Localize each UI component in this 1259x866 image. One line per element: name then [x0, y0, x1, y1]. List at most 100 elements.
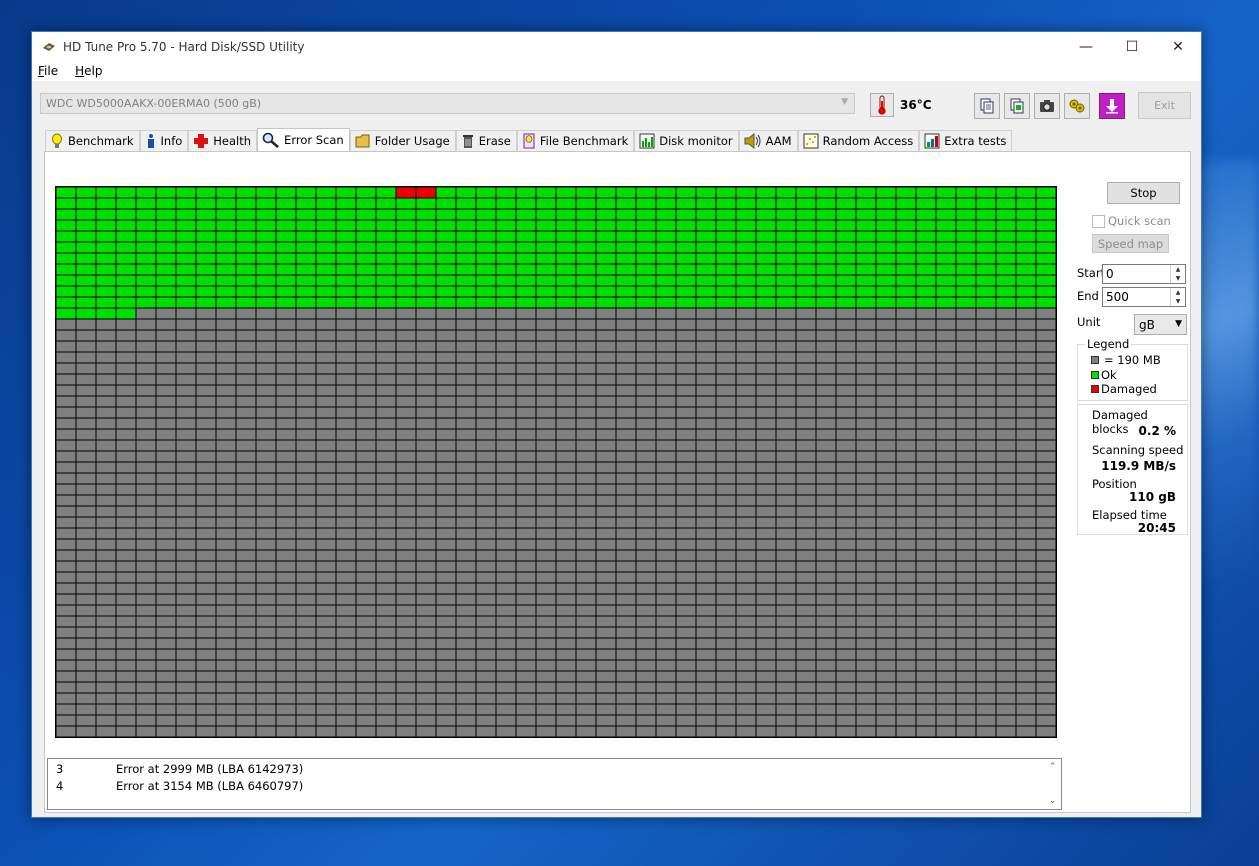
block-ok — [815, 241, 837, 254]
list-item[interactable]: 4 Error at 3154 MB (LBA 6460797) — [56, 779, 303, 793]
exit-button[interactable]: Exit — [1138, 92, 1191, 119]
block-pending — [56, 428, 77, 441]
tab-info[interactable]: Info — [139, 130, 189, 151]
block-pending — [675, 307, 697, 320]
block-pending — [355, 362, 377, 375]
tab-disk-monitor[interactable]: Disk monitor — [634, 130, 739, 151]
block-pending — [755, 340, 777, 353]
block-pending — [775, 483, 797, 496]
start-spinner[interactable]: ▲ ▼ — [1170, 265, 1185, 283]
tab-health[interactable]: Health — [188, 130, 258, 151]
unit-select[interactable]: gB ▼ — [1134, 314, 1187, 335]
block-pending — [915, 318, 937, 331]
block-pending — [375, 351, 397, 364]
temperature-button[interactable] — [870, 93, 894, 117]
block-pending — [915, 626, 937, 639]
scanning-speed-value: 119.9 MB/s — [1101, 459, 1176, 473]
tab-aam[interactable]: AAM — [738, 130, 798, 151]
block-pending — [715, 483, 737, 496]
block-pending — [235, 373, 257, 386]
chevron-down-icon[interactable]: ⌄ — [1049, 796, 1057, 806]
menu-help[interactable]: Help — [75, 64, 102, 78]
block-ok — [815, 208, 837, 221]
save-button[interactable] — [1099, 93, 1125, 119]
block-pending — [935, 318, 957, 331]
block-pending — [375, 494, 397, 507]
block-ok — [515, 187, 537, 199]
block-pending — [895, 659, 917, 672]
menu-file[interactable]: File — [38, 64, 58, 78]
block-ok — [315, 187, 337, 199]
options-button[interactable] — [1064, 93, 1090, 119]
speed-map-button[interactable]: Speed map — [1092, 234, 1169, 253]
minimize-button[interactable]: — — [1063, 32, 1109, 61]
chevron-up-icon[interactable]: ⌃ — [1049, 762, 1057, 772]
block-pending — [615, 395, 637, 408]
copy-text-button[interactable] — [974, 93, 1000, 119]
block-pending — [95, 483, 117, 496]
block-ok — [1015, 285, 1037, 298]
quick-scan-checkbox[interactable]: Quick scan — [1092, 214, 1171, 228]
block-ok — [695, 252, 717, 265]
block-ok — [395, 274, 417, 287]
block-pending — [455, 494, 477, 507]
log-scrollbar[interactable]: ⌃ ⌄ — [1044, 759, 1061, 809]
block-pending — [75, 318, 97, 331]
block-ok — [835, 208, 857, 221]
block-pending — [415, 329, 437, 342]
block-pending — [215, 505, 237, 518]
block-pending — [155, 461, 177, 474]
block-ok — [695, 274, 717, 287]
block-pending — [655, 362, 677, 375]
tab-benchmark[interactable]: Benchmark — [45, 130, 140, 151]
block-ok — [775, 197, 797, 210]
drive-select[interactable]: WDC WD5000AAKX-00ERMA0 (500 gB) ▼ — [40, 92, 855, 114]
block-pending — [735, 329, 757, 342]
stop-button[interactable]: Stop — [1107, 182, 1180, 204]
block-pending — [335, 351, 357, 364]
block-pending — [735, 681, 757, 694]
block-pending — [275, 417, 297, 430]
block-ok — [375, 241, 397, 254]
tab-error-scan[interactable]: Error Scan — [257, 128, 350, 151]
block-pending — [995, 472, 1017, 485]
tab-erase[interactable]: Erase — [455, 130, 517, 151]
legend-ok: Ok — [1091, 368, 1117, 382]
block-ok — [455, 230, 477, 243]
block-ok — [735, 187, 757, 199]
block-pending — [115, 538, 137, 551]
legend-group: Legend = 190 MB Ok Damaged — [1077, 337, 1188, 401]
block-pending — [295, 318, 317, 331]
block-pending — [395, 406, 417, 419]
tab-folder-usage[interactable]: Folder Usage — [349, 130, 456, 151]
copy-all-button[interactable] — [1004, 93, 1030, 119]
close-button[interactable]: ✕ — [1155, 32, 1201, 61]
start-input[interactable]: 0 ▲ ▼ — [1102, 264, 1186, 284]
maximize-button[interactable]: ☐ — [1109, 32, 1155, 61]
block-ok — [635, 219, 657, 232]
block-pending — [455, 560, 477, 573]
block-ok — [115, 252, 137, 265]
end-spinner[interactable]: ▲ ▼ — [1170, 288, 1185, 306]
block-pending — [815, 439, 837, 452]
screenshot-button[interactable] — [1034, 93, 1060, 119]
tab-file-benchmark[interactable]: File Benchmark — [516, 130, 635, 151]
block-pending — [735, 318, 757, 331]
block-pending — [855, 428, 877, 441]
block-pending — [775, 692, 797, 705]
block-pending — [595, 472, 617, 485]
list-item[interactable]: 3 Error at 2999 MB (LBA 6142973) — [56, 762, 303, 776]
block-pending — [155, 406, 177, 419]
block-pending — [995, 395, 1017, 408]
title-bar[interactable]: HD Tune Pro 5.70 - Hard Disk/SSD Utility… — [32, 32, 1201, 61]
block-pending — [675, 681, 697, 694]
block-pending — [915, 373, 937, 386]
block-pending — [355, 604, 377, 617]
tab-extra-tests[interactable]: Extra tests — [919, 130, 1013, 151]
block-ok — [715, 285, 737, 298]
tab-random-access[interactable]: Random Access — [797, 130, 920, 151]
error-log-list[interactable]: 3 Error at 2999 MB (LBA 6142973) 4 Error… — [47, 758, 1062, 810]
block-pending — [335, 582, 357, 595]
end-input[interactable]: 500 ▲ ▼ — [1102, 287, 1186, 307]
block-pending — [855, 648, 877, 661]
